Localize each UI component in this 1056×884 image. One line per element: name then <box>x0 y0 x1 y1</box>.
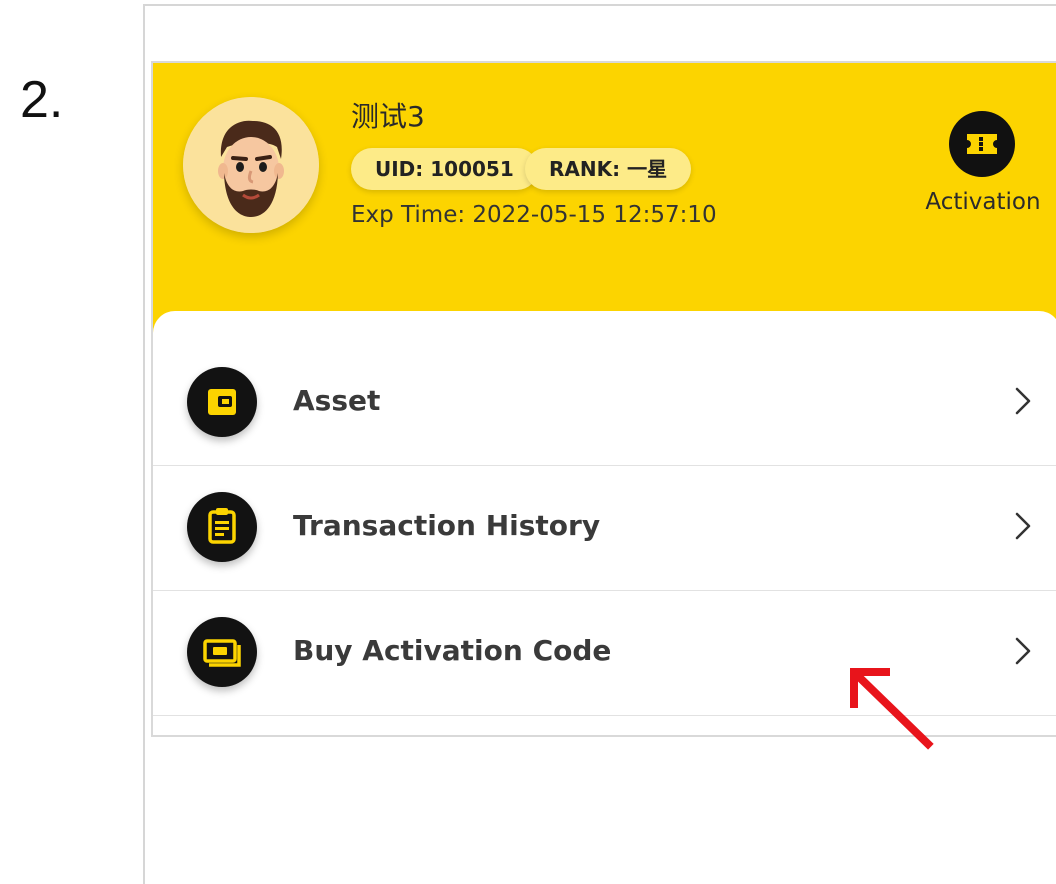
menu-item-label: Transaction History <box>293 509 601 542</box>
activation-label: Activation <box>925 189 1041 215</box>
red-arrow-icon <box>838 660 938 752</box>
username: 测试3 <box>351 100 425 133</box>
step-number: 2. <box>20 71 64 129</box>
rank-badge: RANK: 一星 <box>525 148 692 190</box>
clipboard-icon <box>187 492 257 562</box>
activation-button[interactable]: Activation <box>918 111 1048 221</box>
chevron-right-icon <box>1013 508 1033 544</box>
menu-item-asset[interactable]: Asset <box>153 341 1056 466</box>
menu-item-transaction-history[interactable]: Transaction History <box>153 466 1056 591</box>
uid-badge: UID: 100051 <box>351 148 538 190</box>
bearded-man-avatar-icon <box>183 97 319 233</box>
avatar <box>183 97 319 233</box>
expiration-time: Exp Time: 2022-05-15 12:57:10 <box>351 202 717 228</box>
ticket-icon <box>949 111 1015 177</box>
chevron-right-icon <box>1013 633 1033 669</box>
chevron-right-icon <box>1013 383 1033 419</box>
profile-header: 测试3 UID: 100051 RANK: 一星 Exp Time: 2022-… <box>153 63 1056 343</box>
menu-item-label: Buy Activation Code <box>293 634 612 667</box>
menu-item-label: Asset <box>293 384 381 417</box>
banknote-icon <box>187 617 257 687</box>
wallet-icon <box>187 367 257 437</box>
app-screen: 测试3 UID: 100051 RANK: 一星 Exp Time: 2022-… <box>151 61 1056 737</box>
